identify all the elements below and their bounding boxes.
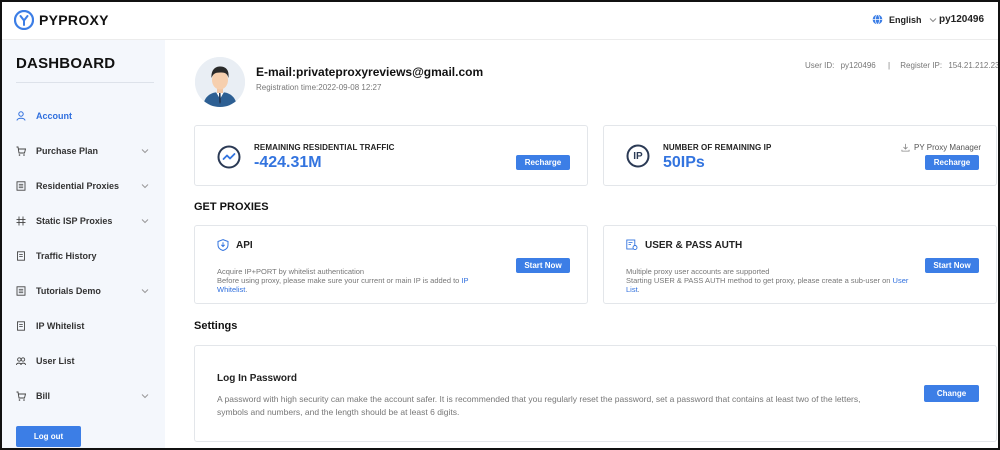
user-avatar-icon	[195, 57, 245, 107]
sidebar-item-label: Tutorials Demo	[36, 286, 101, 296]
avatar	[195, 57, 245, 107]
sidebar-item-label: Residential Proxies	[36, 181, 120, 191]
traffic-card: REMAINING RESIDENTIAL TRAFFIC -424.31M R…	[194, 125, 588, 186]
logo-text: PYPROXY	[39, 12, 109, 28]
sidebar-item-tutorials-demo[interactable]: Tutorials Demo	[2, 279, 165, 303]
auth-desc-line2: Starting USER & PASS AUTH method to get …	[626, 276, 921, 294]
users-icon	[16, 357, 26, 366]
logout-button[interactable]: Log out	[16, 426, 81, 447]
pyproxy-logo-icon	[14, 10, 34, 30]
cart-icon	[16, 391, 26, 401]
list-icon	[16, 181, 26, 191]
password-title: Log In Password	[217, 373, 298, 384]
auth-desc: Multiple proxy user accounts are support…	[626, 267, 921, 294]
sidebar-item-label: IP Whitelist	[36, 321, 85, 331]
auth-card: USER & PASS AUTH Multiple proxy user acc…	[603, 225, 997, 304]
sidebar-divider	[16, 82, 154, 83]
registration-time: Registration time:2022-09-08 12:27	[256, 83, 382, 92]
traffic-trend-icon	[217, 145, 241, 169]
download-icon	[901, 143, 910, 152]
sidebar-item-traffic-history[interactable]: Traffic History	[2, 244, 165, 268]
traffic-value: -424.31M	[254, 154, 322, 171]
proxy-manager-link[interactable]: PY Proxy Manager	[901, 143, 981, 152]
sidebar-item-label: Purchase Plan	[36, 146, 99, 156]
proxy-manager-label: PY Proxy Manager	[914, 143, 981, 152]
language-selector[interactable]: English	[872, 14, 943, 25]
sidebar-item-residential-proxies[interactable]: Residential Proxies	[2, 174, 165, 198]
user-pass-icon	[626, 239, 638, 250]
sidebar-title: DASHBOARD	[16, 55, 116, 72]
cart-icon	[16, 146, 26, 156]
logo[interactable]: PYPROXY	[14, 10, 109, 30]
document-icon	[17, 251, 25, 261]
language-label: English	[889, 14, 922, 25]
api-start-button[interactable]: Start Now	[516, 258, 570, 273]
recharge-ip-button[interactable]: Recharge	[925, 155, 979, 170]
api-desc-line1: Acquire IP+PORT by whitelist authenticat…	[217, 267, 365, 276]
sidebar-item-bill[interactable]: Bill	[2, 384, 165, 408]
sidebar: DASHBOARD Account Purchase Plan Resident…	[2, 40, 165, 448]
register-ip-value: 154.21.212.239	[948, 61, 1000, 70]
user-icon	[16, 111, 26, 121]
get-proxies-title: GET PROXIES	[194, 201, 269, 213]
top-header: PYPROXY English py120496	[2, 2, 998, 40]
app-window: PYPROXY English py120496 DASHBOARD Accou…	[0, 0, 1000, 450]
auth-desc-text: Starting USER & PASS AUTH method to get …	[626, 276, 891, 285]
api-desc-text: Before using proxy, please make sure you…	[217, 276, 460, 285]
api-desc-line2: Before using proxy, please make sure you…	[217, 276, 497, 294]
sidebar-item-purchase-plan[interactable]: Purchase Plan	[2, 139, 165, 163]
auth-desc-suffix: .	[637, 285, 640, 294]
api-desc: Acquire IP+PORT by whitelist authenticat…	[217, 267, 497, 294]
ip-value: 50IPs	[663, 154, 705, 171]
sidebar-item-label: Bill	[36, 391, 51, 401]
api-desc-suffix: .	[245, 285, 248, 294]
user-id-label: User ID:	[805, 61, 835, 70]
sidebar-item-label: Static ISP Proxies	[36, 216, 113, 226]
list-icon	[16, 286, 26, 296]
sidebar-item-account[interactable]: Account	[2, 104, 165, 128]
chevron-down-icon	[141, 149, 149, 154]
chevron-down-icon	[929, 17, 936, 22]
chevron-down-icon	[141, 219, 149, 224]
password-desc: A password with high security can make t…	[217, 394, 861, 417]
api-title: API	[236, 240, 253, 251]
ip-card: IP NUMBER OF REMAINING IP 50IPs PY Proxy…	[603, 125, 997, 186]
sidebar-item-ip-whitelist[interactable]: IP Whitelist	[2, 314, 165, 338]
account-email: E-mail:privateproxyreviews@gmail.com	[256, 65, 484, 79]
sidebar-item-label: Traffic History	[36, 251, 97, 261]
globe-icon	[872, 14, 883, 25]
auth-start-button[interactable]: Start Now	[925, 258, 979, 273]
settings-title: Settings	[194, 320, 238, 332]
api-card: API Acquire IP+PORT by whitelist authent…	[194, 225, 588, 304]
chevron-down-icon	[141, 394, 149, 399]
chevron-down-icon	[141, 184, 149, 189]
sidebar-item-static-isp-proxies[interactable]: Static ISP Proxies	[2, 209, 165, 233]
ip-label: NUMBER OF REMAINING IP	[663, 143, 772, 152]
grid-icon	[16, 216, 26, 226]
sidebar-item-label: User List	[36, 356, 75, 366]
api-shield-icon	[217, 239, 229, 251]
sidebar-item-user-list[interactable]: User List	[2, 349, 165, 373]
recharge-traffic-button[interactable]: Recharge	[516, 155, 570, 170]
register-ip-label: Register IP:	[900, 61, 943, 70]
account-meta: User ID: py120496 | Register IP: 154.21.…	[805, 61, 1000, 70]
ip-icon-text: IP	[633, 151, 643, 162]
sidebar-item-label: Account	[36, 111, 72, 121]
user-id-value: py120496	[840, 61, 876, 70]
auth-desc-line1: Multiple proxy user accounts are support…	[626, 267, 770, 276]
meta-separator: |	[887, 61, 891, 70]
chevron-down-icon	[141, 289, 149, 294]
main-content: E-mail:privateproxyreviews@gmail.com Reg…	[165, 40, 1000, 448]
username-menu[interactable]: py120496	[939, 14, 984, 25]
password-card: Log In Password A password with high sec…	[194, 345, 997, 442]
auth-title: USER & PASS AUTH	[645, 240, 743, 251]
document-icon	[17, 321, 25, 331]
traffic-label: REMAINING RESIDENTIAL TRAFFIC	[254, 143, 395, 152]
change-password-button[interactable]: Change	[924, 385, 979, 402]
